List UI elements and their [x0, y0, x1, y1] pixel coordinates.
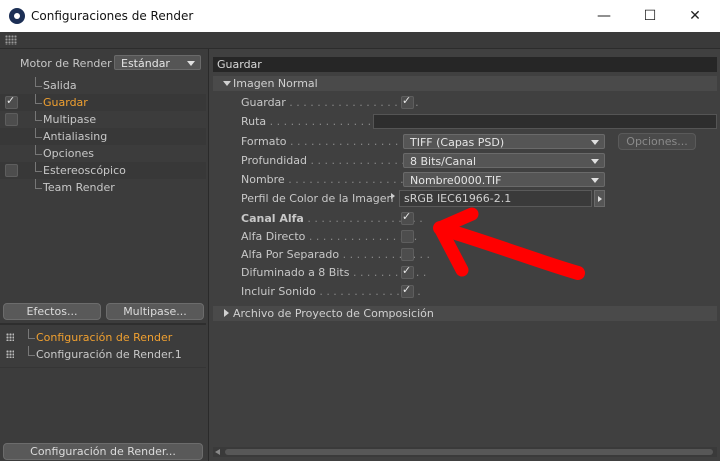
red-arrow-annotation [433, 207, 585, 280]
